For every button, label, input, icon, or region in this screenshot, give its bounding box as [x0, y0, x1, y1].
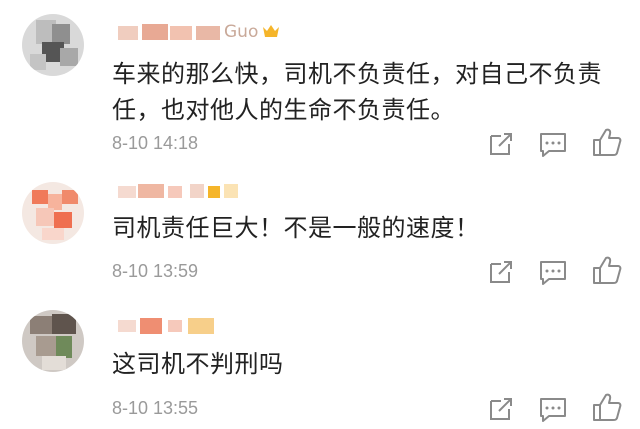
username-text: Guo [224, 22, 259, 42]
comment-item: 这司机不判刑吗 8-10 13:55 [0, 296, 640, 429]
comment-list: Guo 车来的那么快，司机不负责任，对自己不负责任，也对他人的生命不负责任。 8… [0, 0, 640, 429]
comment-icon[interactable] [536, 393, 570, 425]
comment-item: Guo 车来的那么快，司机不负责任，对自己不负责任，也对他人的生命不负责任。 8… [0, 0, 640, 168]
share-icon[interactable] [484, 393, 518, 425]
comment-item: 司机责任巨大！不是一般的速度！ 8-10 13:59 [0, 168, 640, 296]
comment-icon[interactable] [536, 128, 570, 160]
timestamp: 8-10 14:18 [112, 133, 199, 153]
comment-text: 这司机不判刑吗 [112, 350, 284, 378]
thumbs-up-icon[interactable] [590, 254, 624, 286]
avatar[interactable] [22, 14, 84, 76]
comment-icon[interactable] [536, 256, 570, 288]
comment-text: 车来的那么快，司机不负责任，对自己不负责任，也对他人的生命不负责任。 [112, 60, 602, 124]
share-icon[interactable] [484, 128, 518, 160]
avatar[interactable] [22, 310, 84, 372]
thumbs-up-icon[interactable] [590, 391, 624, 423]
username[interactable] [112, 316, 222, 336]
timestamp: 8-10 13:55 [112, 398, 199, 418]
timestamp: 8-10 13:59 [112, 261, 199, 281]
comment-text: 司机责任巨大！不是一般的速度！ [112, 214, 480, 242]
username[interactable]: Guo [112, 22, 292, 42]
vip-badge-icon [262, 23, 280, 39]
thumbs-up-icon[interactable] [590, 126, 624, 158]
avatar[interactable] [22, 182, 84, 244]
share-icon[interactable] [484, 256, 518, 288]
username[interactable] [112, 182, 252, 202]
